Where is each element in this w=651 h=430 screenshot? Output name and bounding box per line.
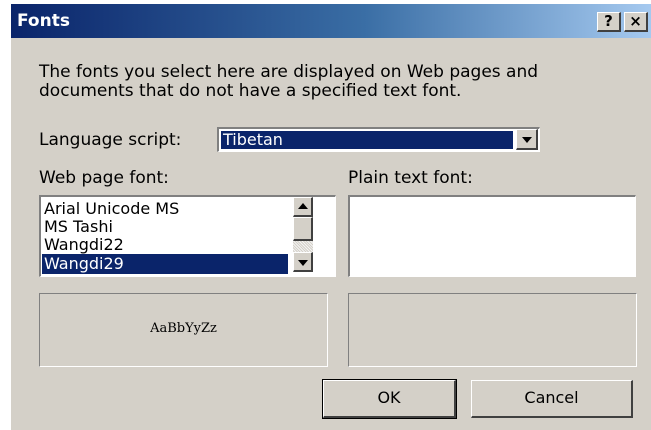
list-item[interactable]: MS Tashi [42, 217, 288, 237]
chevron-up-icon [297, 202, 308, 209]
list-item[interactable]: Wangdi22 [42, 235, 288, 255]
description-line-2: documents that do not have a specified t… [39, 81, 462, 101]
chevron-down-icon [521, 137, 532, 143]
list-item-selected[interactable]: Wangdi29 [42, 254, 288, 274]
web-page-font-label: Web page font: [39, 168, 169, 188]
title-bar[interactable]: Fonts ? × [11, 4, 651, 38]
list-item[interactable]: Arial Unicode MS [42, 199, 288, 219]
plain-text-font-preview [348, 293, 637, 367]
language-script-value: Tibetan [221, 131, 513, 149]
fonts-dialog: Fonts ? × The fonts you select here are … [9, 2, 651, 430]
ok-button[interactable]: OK [322, 379, 457, 419]
web-page-font-preview: AaBbYyZz [39, 293, 328, 367]
language-script-dropdown[interactable]: Tibetan [217, 127, 540, 152]
plain-text-font-list[interactable] [348, 195, 636, 277]
language-script-dropdown-button[interactable] [516, 129, 538, 150]
cancel-button[interactable]: Cancel [471, 380, 633, 418]
close-button[interactable]: × [624, 12, 648, 32]
chevron-down-icon [297, 259, 308, 266]
scroll-thumb[interactable] [293, 217, 313, 241]
language-script-label: Language script: [39, 130, 182, 150]
scroll-up-button[interactable] [293, 197, 313, 217]
plain-text-font-label: Plain text font: [348, 168, 473, 188]
description-line-1: The fonts you select here are displayed … [39, 62, 539, 82]
window-title: Fonts [17, 11, 70, 31]
web-page-font-list[interactable]: Arial Unicode MS MS Tashi Wangdi22 Wangd… [39, 195, 336, 277]
scroll-down-button[interactable] [293, 252, 313, 272]
web-page-font-scrollbar[interactable] [293, 197, 313, 272]
font-preview-sample: AaBbYyZz [150, 321, 217, 336]
help-button[interactable]: ? [597, 12, 621, 32]
